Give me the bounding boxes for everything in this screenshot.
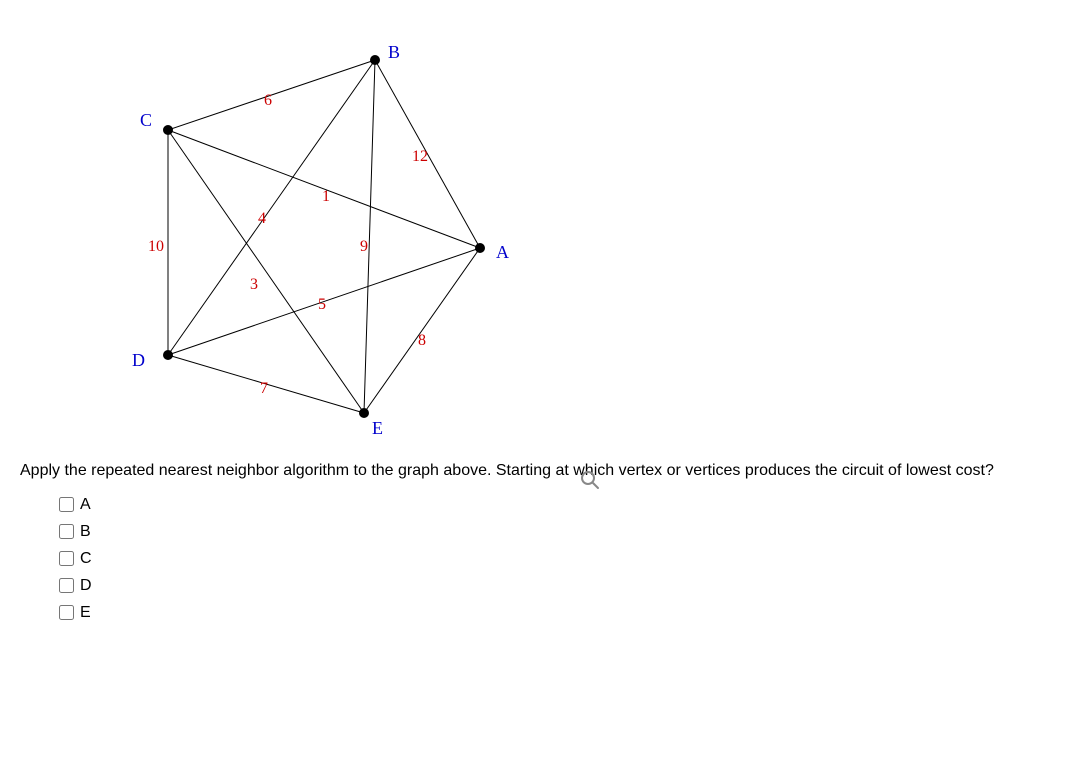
option-label-B: B bbox=[80, 523, 91, 541]
graph-svg bbox=[20, 20, 520, 440]
option-checkbox-C[interactable] bbox=[59, 551, 74, 566]
option-label-C: C bbox=[80, 550, 92, 568]
option-label-D: D bbox=[80, 577, 92, 595]
question-text: Apply the repeated nearest neighbor algo… bbox=[20, 460, 1020, 482]
edge-label-D-E: 7 bbox=[260, 380, 268, 398]
edge-label-B-D: 4 bbox=[258, 210, 266, 228]
option-row-D[interactable]: D bbox=[55, 575, 1047, 596]
edge-label-C-E: 3 bbox=[250, 276, 258, 294]
vertex-label-E: E bbox=[372, 418, 383, 439]
edge-B-E bbox=[364, 60, 375, 413]
edge-label-C-D: 10 bbox=[148, 238, 164, 256]
option-row-B[interactable]: B bbox=[55, 521, 1047, 542]
option-row-A[interactable]: A bbox=[55, 494, 1047, 515]
vertex-E bbox=[359, 408, 369, 418]
vertex-D bbox=[163, 350, 173, 360]
option-row-E[interactable]: E bbox=[55, 602, 1047, 623]
option-checkbox-D[interactable] bbox=[59, 578, 74, 593]
option-checkbox-B[interactable] bbox=[59, 524, 74, 539]
options-list: ABCDE bbox=[55, 494, 1047, 623]
vertex-B bbox=[370, 55, 380, 65]
vertex-label-D: D bbox=[132, 350, 145, 371]
option-checkbox-E[interactable] bbox=[59, 605, 74, 620]
vertex-A bbox=[475, 243, 485, 253]
edge-label-A-C: 1 bbox=[322, 188, 330, 206]
edge-label-A-B: 12 bbox=[412, 148, 428, 166]
option-label-E: E bbox=[80, 604, 91, 622]
option-checkbox-A[interactable] bbox=[59, 497, 74, 512]
edge-C-E bbox=[168, 130, 364, 413]
graph-container: A B C D E 12 1 5 8 6 4 9 10 3 7 bbox=[20, 20, 520, 440]
option-row-C[interactable]: C bbox=[55, 548, 1047, 569]
vertex-label-C: C bbox=[140, 110, 152, 131]
edge-label-B-C: 6 bbox=[264, 92, 272, 110]
edge-label-A-D: 5 bbox=[318, 296, 326, 314]
option-label-A: A bbox=[80, 496, 91, 514]
vertex-C bbox=[163, 125, 173, 135]
edge-A-E bbox=[364, 248, 480, 413]
edge-label-A-E: 8 bbox=[418, 332, 426, 350]
vertex-label-B: B bbox=[388, 42, 400, 63]
vertex-label-A: A bbox=[496, 242, 509, 263]
edge-label-B-E: 9 bbox=[360, 238, 368, 256]
